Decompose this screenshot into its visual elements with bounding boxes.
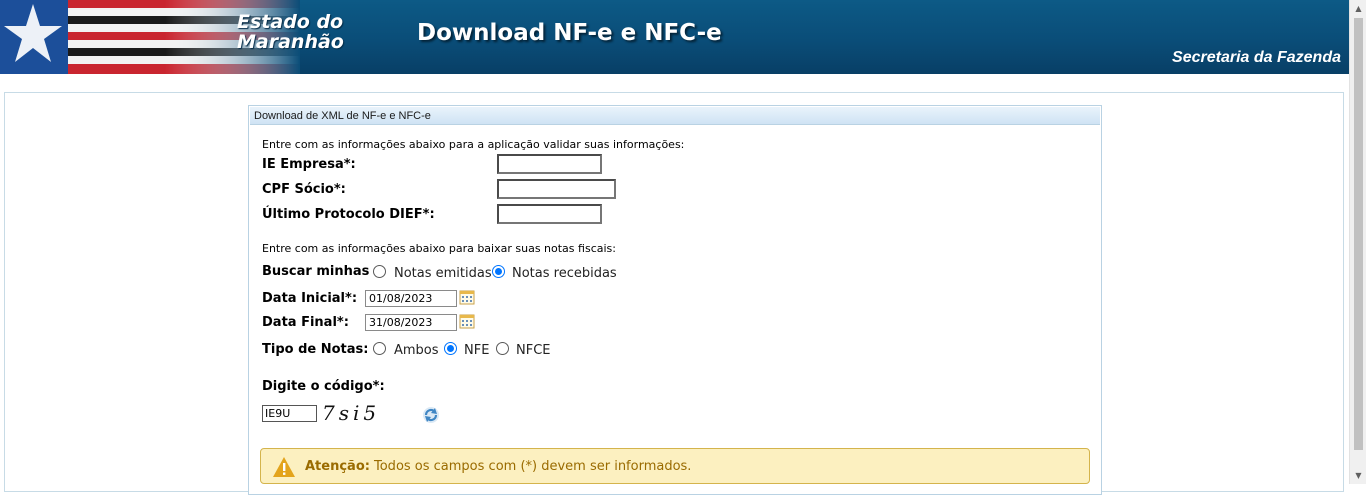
alert-title: Atenção: [305, 459, 370, 474]
radio-nfe[interactable] [444, 342, 457, 355]
scrollbar-thumb[interactable] [1354, 18, 1363, 450]
scroll-down-arrow-icon[interactable]: ▼ [1350, 467, 1366, 484]
protocol-input[interactable] [497, 204, 602, 224]
radio-notas-emitidas[interactable] [373, 265, 386, 278]
state-name-line1: Estado do [237, 11, 344, 33]
cpf-socio-input[interactable] [497, 179, 616, 199]
ie-empresa-input[interactable] [497, 154, 602, 174]
protocol-label: Último Protocolo DIEF*: [262, 207, 435, 222]
calendar-icon[interactable] [459, 289, 475, 305]
start-date-input[interactable]: 01/08/2023 [365, 290, 457, 307]
start-date-label: Data Inicial*: [262, 291, 358, 306]
calendar-icon[interactable] [459, 313, 475, 329]
note-type-label: Tipo de Notas: [262, 342, 369, 357]
alert-message: Todos os campos com (*) devem ser inform… [374, 459, 692, 474]
radio-notas-recebidas[interactable] [492, 265, 505, 278]
state-name: Estado do Maranhão [237, 12, 344, 52]
captcha-image: 7si5 [322, 401, 381, 425]
radio-ambos[interactable] [373, 342, 386, 355]
warning-alert: Atenção: Todos os campos com (*) devem s… [260, 448, 1090, 484]
validate-intro-text: Entre com as informações abaixo para a a… [262, 138, 685, 151]
scroll-up-arrow-icon[interactable]: ▲ [1350, 0, 1366, 17]
radio-nfce[interactable] [496, 342, 509, 355]
radio-notas-emitidas-label[interactable]: Notas emitidas [394, 266, 492, 281]
radio-notas-recebidas-label[interactable]: Notas recebidas [512, 266, 617, 281]
ie-empresa-label: IE Empresa*: [262, 157, 356, 172]
end-date-input[interactable]: 31/08/2023 [365, 314, 457, 331]
page-title: Download NF-e e NFC-e [417, 20, 722, 46]
refresh-icon[interactable] [422, 406, 440, 424]
warning-icon [273, 457, 295, 477]
cpf-socio-label: CPF Sócio*: [262, 182, 346, 197]
radio-nfe-label[interactable]: NFE [464, 343, 489, 358]
search-label: Buscar minhas [262, 264, 370, 279]
department-name: Secretaria da Fazenda [1172, 49, 1341, 66]
captcha-label: Digite o código*: [262, 379, 385, 394]
panel-title: Download de XML de NF-e e NFC-e [250, 107, 1100, 125]
download-intro-text: Entre com as informações abaixo para bai… [262, 242, 616, 255]
radio-ambos-label[interactable]: Ambos [394, 343, 439, 358]
radio-nfce-label[interactable]: NFCE [516, 343, 551, 358]
end-date-label: Data Final*: [262, 315, 349, 330]
vertical-scrollbar[interactable]: ▲ ▼ [1349, 0, 1366, 484]
captcha-input[interactable]: IE9U [262, 405, 317, 422]
header-banner: Estado do Maranhão Download NF-e e NFC-e… [0, 0, 1349, 74]
state-name-line2: Maranhão [237, 31, 344, 53]
